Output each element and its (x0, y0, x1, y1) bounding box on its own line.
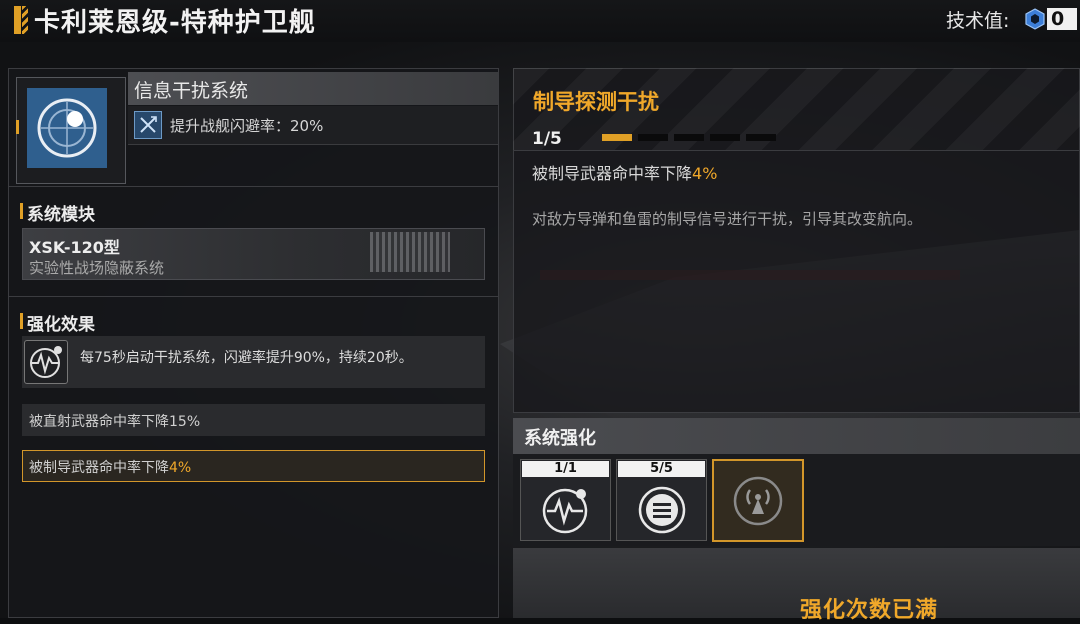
divider (8, 296, 499, 297)
enhance-header (513, 418, 1080, 454)
detail-title: 制导探测干扰 (533, 90, 659, 114)
target-scope-icon (37, 98, 97, 158)
section-accent (20, 203, 23, 219)
enhance-status-area (513, 548, 1080, 618)
system-bonus-text: 提升战舰闪避率：20% (170, 117, 324, 135)
effect-row-text: 被制导武器命中率下降4% (29, 460, 192, 476)
slot-count: 5/5 (618, 461, 705, 477)
level-segment (746, 134, 776, 141)
tech-value: 0 (1047, 8, 1077, 30)
title-accent-stripes (22, 6, 28, 34)
title-accent (14, 6, 21, 34)
signal-wave-icon (541, 485, 591, 535)
module-model: XSK-120型 (29, 238, 120, 257)
level-segment (602, 134, 632, 141)
module-art (370, 232, 450, 272)
effect-row-text: 被直射武器命中率下降15% (29, 414, 201, 430)
divider (8, 186, 499, 187)
radio-tower-icon (733, 476, 783, 526)
system-icon-tile (27, 88, 107, 168)
ghost-module-art (978, 150, 1080, 200)
enhance-full-text: 强化次数已满 (800, 598, 939, 623)
selected-marker (16, 120, 19, 134)
signal-wave-icon (24, 340, 68, 384)
tech-value-label: 技术值: (946, 10, 1010, 32)
system-name: 信息干扰系统 (134, 80, 249, 102)
detail-level: 1/5 (532, 129, 562, 149)
page-title: 卡利莱恩级-特种护卫舰 (34, 8, 316, 38)
effects-section-title: 强化效果 (27, 315, 95, 335)
evasion-icon (134, 111, 162, 139)
main-effect-text: 每75秒启动干扰系统，闪避率提升90%，持续20秒。 (80, 350, 413, 366)
section-accent (20, 313, 23, 329)
tech-point-icon (1024, 8, 1046, 30)
slot-count: 1/1 (522, 461, 609, 477)
detail-effect: 被制导武器命中率下降4% (532, 164, 718, 183)
module-section-title: 系统模块 (27, 205, 95, 225)
detail-description: 对敌方导弹和鱼雷的制导信号进行干扰，引导其改变航向。 (532, 210, 923, 228)
enhance-title: 系统强化 (524, 428, 596, 449)
module-description: 实验性战场隐蔽系统 (29, 259, 165, 277)
level-segment (674, 134, 704, 141)
level-segment (638, 134, 668, 141)
menu-lines-icon (637, 485, 687, 535)
level-segment (710, 134, 740, 141)
